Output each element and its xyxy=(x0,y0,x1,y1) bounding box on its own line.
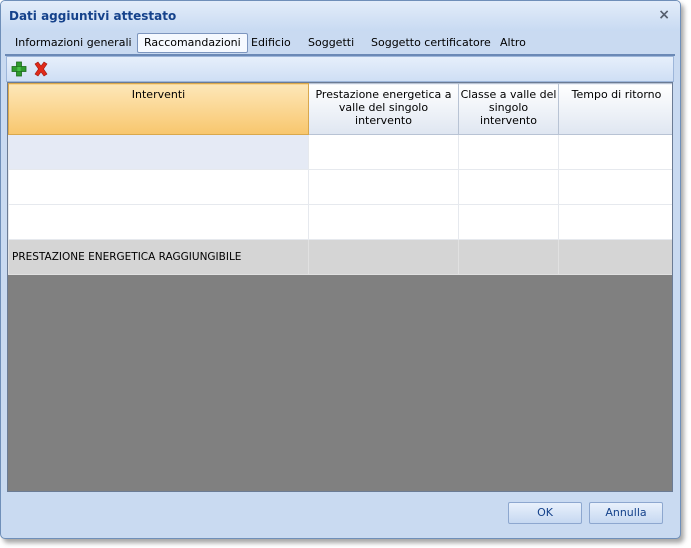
ok-button[interactable]: OK xyxy=(508,502,582,524)
tab-raccomandazioni[interactable]: Raccomandazioni xyxy=(137,33,248,53)
summary-cell xyxy=(558,239,672,275)
column-header-classe[interactable]: Classe a valle del singolo intervento xyxy=(458,83,559,135)
grid-table: Interventi Prestazione energetica a vall… xyxy=(8,83,672,275)
title-bar: Dati aggiuntivi attestato × xyxy=(1,1,680,31)
table-row xyxy=(8,204,672,240)
grid-cell[interactable] xyxy=(308,169,459,205)
grid-cell[interactable] xyxy=(308,134,459,170)
dialog-window: Dati aggiuntivi attestato × Informazioni… xyxy=(0,0,681,539)
grid-cell[interactable] xyxy=(558,169,672,205)
toolbar xyxy=(6,56,674,82)
tab-soggetti[interactable]: Soggetti xyxy=(302,34,360,52)
summary-cell xyxy=(458,239,559,275)
grid-cell[interactable] xyxy=(558,204,672,240)
summary-cell xyxy=(308,239,459,275)
grid-cell[interactable] xyxy=(8,204,309,240)
grid-cell[interactable] xyxy=(458,134,559,170)
grid-cell[interactable] xyxy=(8,134,309,170)
grid-cell[interactable] xyxy=(458,169,559,205)
plus-icon[interactable] xyxy=(11,61,27,77)
window-title: Dati aggiuntivi attestato xyxy=(9,9,177,23)
grid-cell[interactable] xyxy=(458,204,559,240)
recommendations-grid: Interventi Prestazione energetica a vall… xyxy=(7,82,673,492)
header-row: Interventi Prestazione energetica a vall… xyxy=(8,83,672,135)
delete-x-icon[interactable] xyxy=(33,61,49,77)
grid-cell[interactable] xyxy=(308,204,459,240)
column-header-interventi[interactable]: Interventi xyxy=(8,83,309,135)
tab-soggetto-certificatore[interactable]: Soggetto certificatore xyxy=(365,34,497,52)
column-header-prestazione[interactable]: Prestazione energetica a valle del singo… xyxy=(308,83,459,135)
close-icon[interactable]: × xyxy=(658,7,670,23)
tab-informazioni-generali[interactable]: Informazioni generali xyxy=(9,34,138,52)
tab-edificio[interactable]: Edificio xyxy=(245,34,297,52)
table-row xyxy=(8,134,672,170)
cancel-button[interactable]: Annulla xyxy=(589,502,663,524)
summary-row: PRESTAZIONE ENERGETICA RAGGIUNGIBILE xyxy=(8,239,672,275)
tab-strip: Informazioni generali Raccomandazioni Ed… xyxy=(5,33,675,55)
grid-cell[interactable] xyxy=(558,134,672,170)
table-row xyxy=(8,169,672,205)
column-header-tempo-ritorno[interactable]: Tempo di ritorno xyxy=(558,83,672,135)
grid-cell[interactable] xyxy=(8,169,309,205)
tab-altro[interactable]: Altro xyxy=(494,34,532,52)
summary-label: PRESTAZIONE ENERGETICA RAGGIUNGIBILE xyxy=(8,239,309,275)
